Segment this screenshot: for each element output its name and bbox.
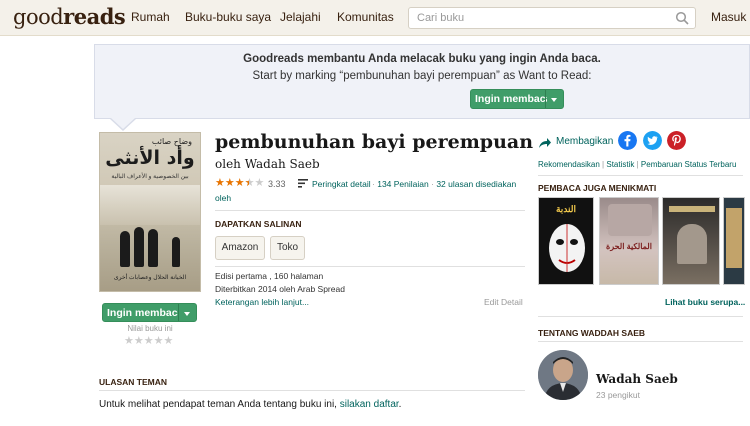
thumb-title: المالكية الحرة bbox=[606, 242, 652, 251]
banner-subline: Start by marking “pembunuhan bayi peremp… bbox=[252, 70, 592, 82]
recommended-book-3[interactable] bbox=[662, 197, 720, 285]
author-photo bbox=[538, 350, 588, 400]
login-link[interactable]: Masuk bbox=[711, 10, 746, 24]
publication-info: Diterbitkan 2014 oleh Arab Spread bbox=[215, 284, 345, 294]
divider bbox=[215, 210, 525, 211]
rating-counts: · 134 Penilaian · 32 ulasan disediakan bbox=[372, 179, 517, 189]
pinterest-icon[interactable] bbox=[667, 131, 686, 150]
stores-button[interactable]: Toko bbox=[270, 236, 305, 260]
cover-subtitle: بين الخصوصية و الأعراف البالية bbox=[111, 174, 189, 180]
author-avatar[interactable] bbox=[538, 350, 588, 400]
see-similar-books-link[interactable]: Lihat buku serupa... bbox=[665, 297, 745, 307]
ratings-count-link[interactable]: 134 Penilaian bbox=[377, 179, 429, 189]
twitter-icon[interactable] bbox=[643, 131, 662, 150]
thumb-band bbox=[669, 206, 715, 212]
nav-browse[interactable]: Jelajahi bbox=[280, 10, 321, 24]
rate-stars[interactable]: ★★★★★ bbox=[124, 334, 173, 347]
signup-banner: Goodreads membantu Anda melacak buku yan… bbox=[94, 44, 750, 119]
amazon-button[interactable]: Amazon bbox=[215, 236, 265, 260]
book-title: pembunuhan bayi perempuan bbox=[215, 131, 534, 153]
chevron-down-icon bbox=[184, 312, 190, 316]
thumb-photo bbox=[608, 204, 652, 236]
divider bbox=[538, 316, 743, 317]
want-to-read-label: Ingin membacanya bbox=[107, 307, 179, 319]
dropdown-toggle[interactable] bbox=[545, 90, 563, 108]
rating-details-icon bbox=[298, 179, 308, 188]
recommended-book-1[interactable]: الندبة bbox=[538, 197, 594, 285]
thumb-portrait bbox=[677, 224, 707, 264]
nav-home[interactable]: Rumah bbox=[131, 10, 170, 24]
author-followers: 23 pengikut bbox=[596, 390, 640, 400]
rate-this-book-label: Nilai buku ini bbox=[127, 324, 173, 333]
thumb-art bbox=[726, 208, 742, 268]
get-copy-heading: DAPATKAN SALINAN bbox=[215, 219, 302, 229]
want-to-read-label: Ingin membacanya bbox=[475, 93, 547, 105]
banner-headline: Goodreads membantu Anda melacak buku yan… bbox=[243, 53, 601, 65]
stats-link[interactable]: Statistik bbox=[606, 160, 634, 169]
reviews-suffix[interactable]: oleh bbox=[215, 193, 231, 203]
mask-illustration bbox=[549, 224, 585, 272]
about-author-heading: TENTANG WADDAH SAEB bbox=[538, 328, 646, 338]
average-rating: 3.33 bbox=[268, 179, 286, 189]
sidebar-links: Rekomendasikan | Statistik | Pembaruan S… bbox=[538, 160, 737, 169]
author-name[interactable]: Wadah Saeb bbox=[596, 372, 678, 386]
book-author[interactable]: oleh Wadah Saeb bbox=[215, 157, 320, 171]
cover-sky bbox=[100, 185, 200, 225]
share-link[interactable]: Membagikan bbox=[556, 136, 613, 147]
signup-link[interactable]: silakan daftar bbox=[340, 399, 399, 410]
rating-stars: ★★★★★★ bbox=[215, 177, 265, 189]
recommended-book-2[interactable]: المالكية الحرة bbox=[599, 197, 659, 285]
thumb-title: الندبة bbox=[555, 204, 576, 214]
divider bbox=[538, 175, 743, 176]
search-placeholder: Cari buku bbox=[417, 12, 465, 24]
edition-info: Edisi pertama , 160 halaman bbox=[215, 271, 324, 281]
rating-details-link[interactable]: Peringkat detail bbox=[312, 179, 371, 189]
cover-bottom-text: الخيانة الحلال وعصابات أخرى bbox=[113, 275, 187, 281]
more-details-link[interactable]: Keterangan lebih lanjut... bbox=[215, 297, 309, 307]
reviews-count-link[interactable]: 32 ulasan disediakan bbox=[436, 179, 516, 189]
friend-reviews-heading: ULASAN TEMAN bbox=[99, 377, 167, 387]
nav-community[interactable]: Komunitas bbox=[337, 10, 394, 24]
site-header: goodreads Rumah Buku-buku saya Jelajahi … bbox=[0, 0, 750, 36]
cover-figure bbox=[148, 229, 158, 267]
goodreads-logo[interactable]: goodreads bbox=[13, 4, 126, 29]
status-updates-link[interactable]: Pembaruan Status Terbaru bbox=[641, 160, 736, 169]
want-to-read-button-2[interactable]: Ingin membacanya bbox=[102, 303, 197, 322]
divider bbox=[99, 390, 525, 391]
want-to-read-button[interactable]: Ingin membacanya bbox=[470, 89, 564, 109]
cover-figure bbox=[120, 231, 130, 267]
facebook-icon[interactable] bbox=[618, 131, 637, 150]
cover-figure bbox=[172, 237, 180, 267]
cover-figure bbox=[134, 227, 144, 267]
banner-pointer-fill bbox=[111, 118, 135, 129]
friend-reviews-text: Untuk melihat pendapat teman Anda tentan… bbox=[99, 399, 402, 410]
also-enjoyed-heading: PEMBACA JUGA MENIKMATI bbox=[538, 183, 657, 193]
nav-my-books[interactable]: Buku-buku saya bbox=[185, 10, 271, 24]
search-input[interactable]: Cari buku bbox=[408, 7, 696, 29]
chevron-down-icon bbox=[551, 98, 557, 102]
divider bbox=[538, 341, 743, 342]
search-icon[interactable] bbox=[675, 11, 689, 25]
dropdown-toggle[interactable] bbox=[178, 304, 196, 321]
edit-details-link[interactable]: Edit Detail bbox=[484, 297, 523, 307]
recommended-book-4[interactable] bbox=[723, 197, 745, 285]
book-cover[interactable]: وضاح صائب وأد الأنثى بين الخصوصية و الأع… bbox=[99, 132, 201, 292]
cover-author: وضاح صائب bbox=[151, 137, 192, 146]
share-icon[interactable] bbox=[538, 137, 552, 149]
divider bbox=[215, 266, 525, 267]
recommend-link[interactable]: Rekomendasikan bbox=[538, 160, 600, 169]
cover-title: وأد الأنثى bbox=[105, 147, 195, 169]
